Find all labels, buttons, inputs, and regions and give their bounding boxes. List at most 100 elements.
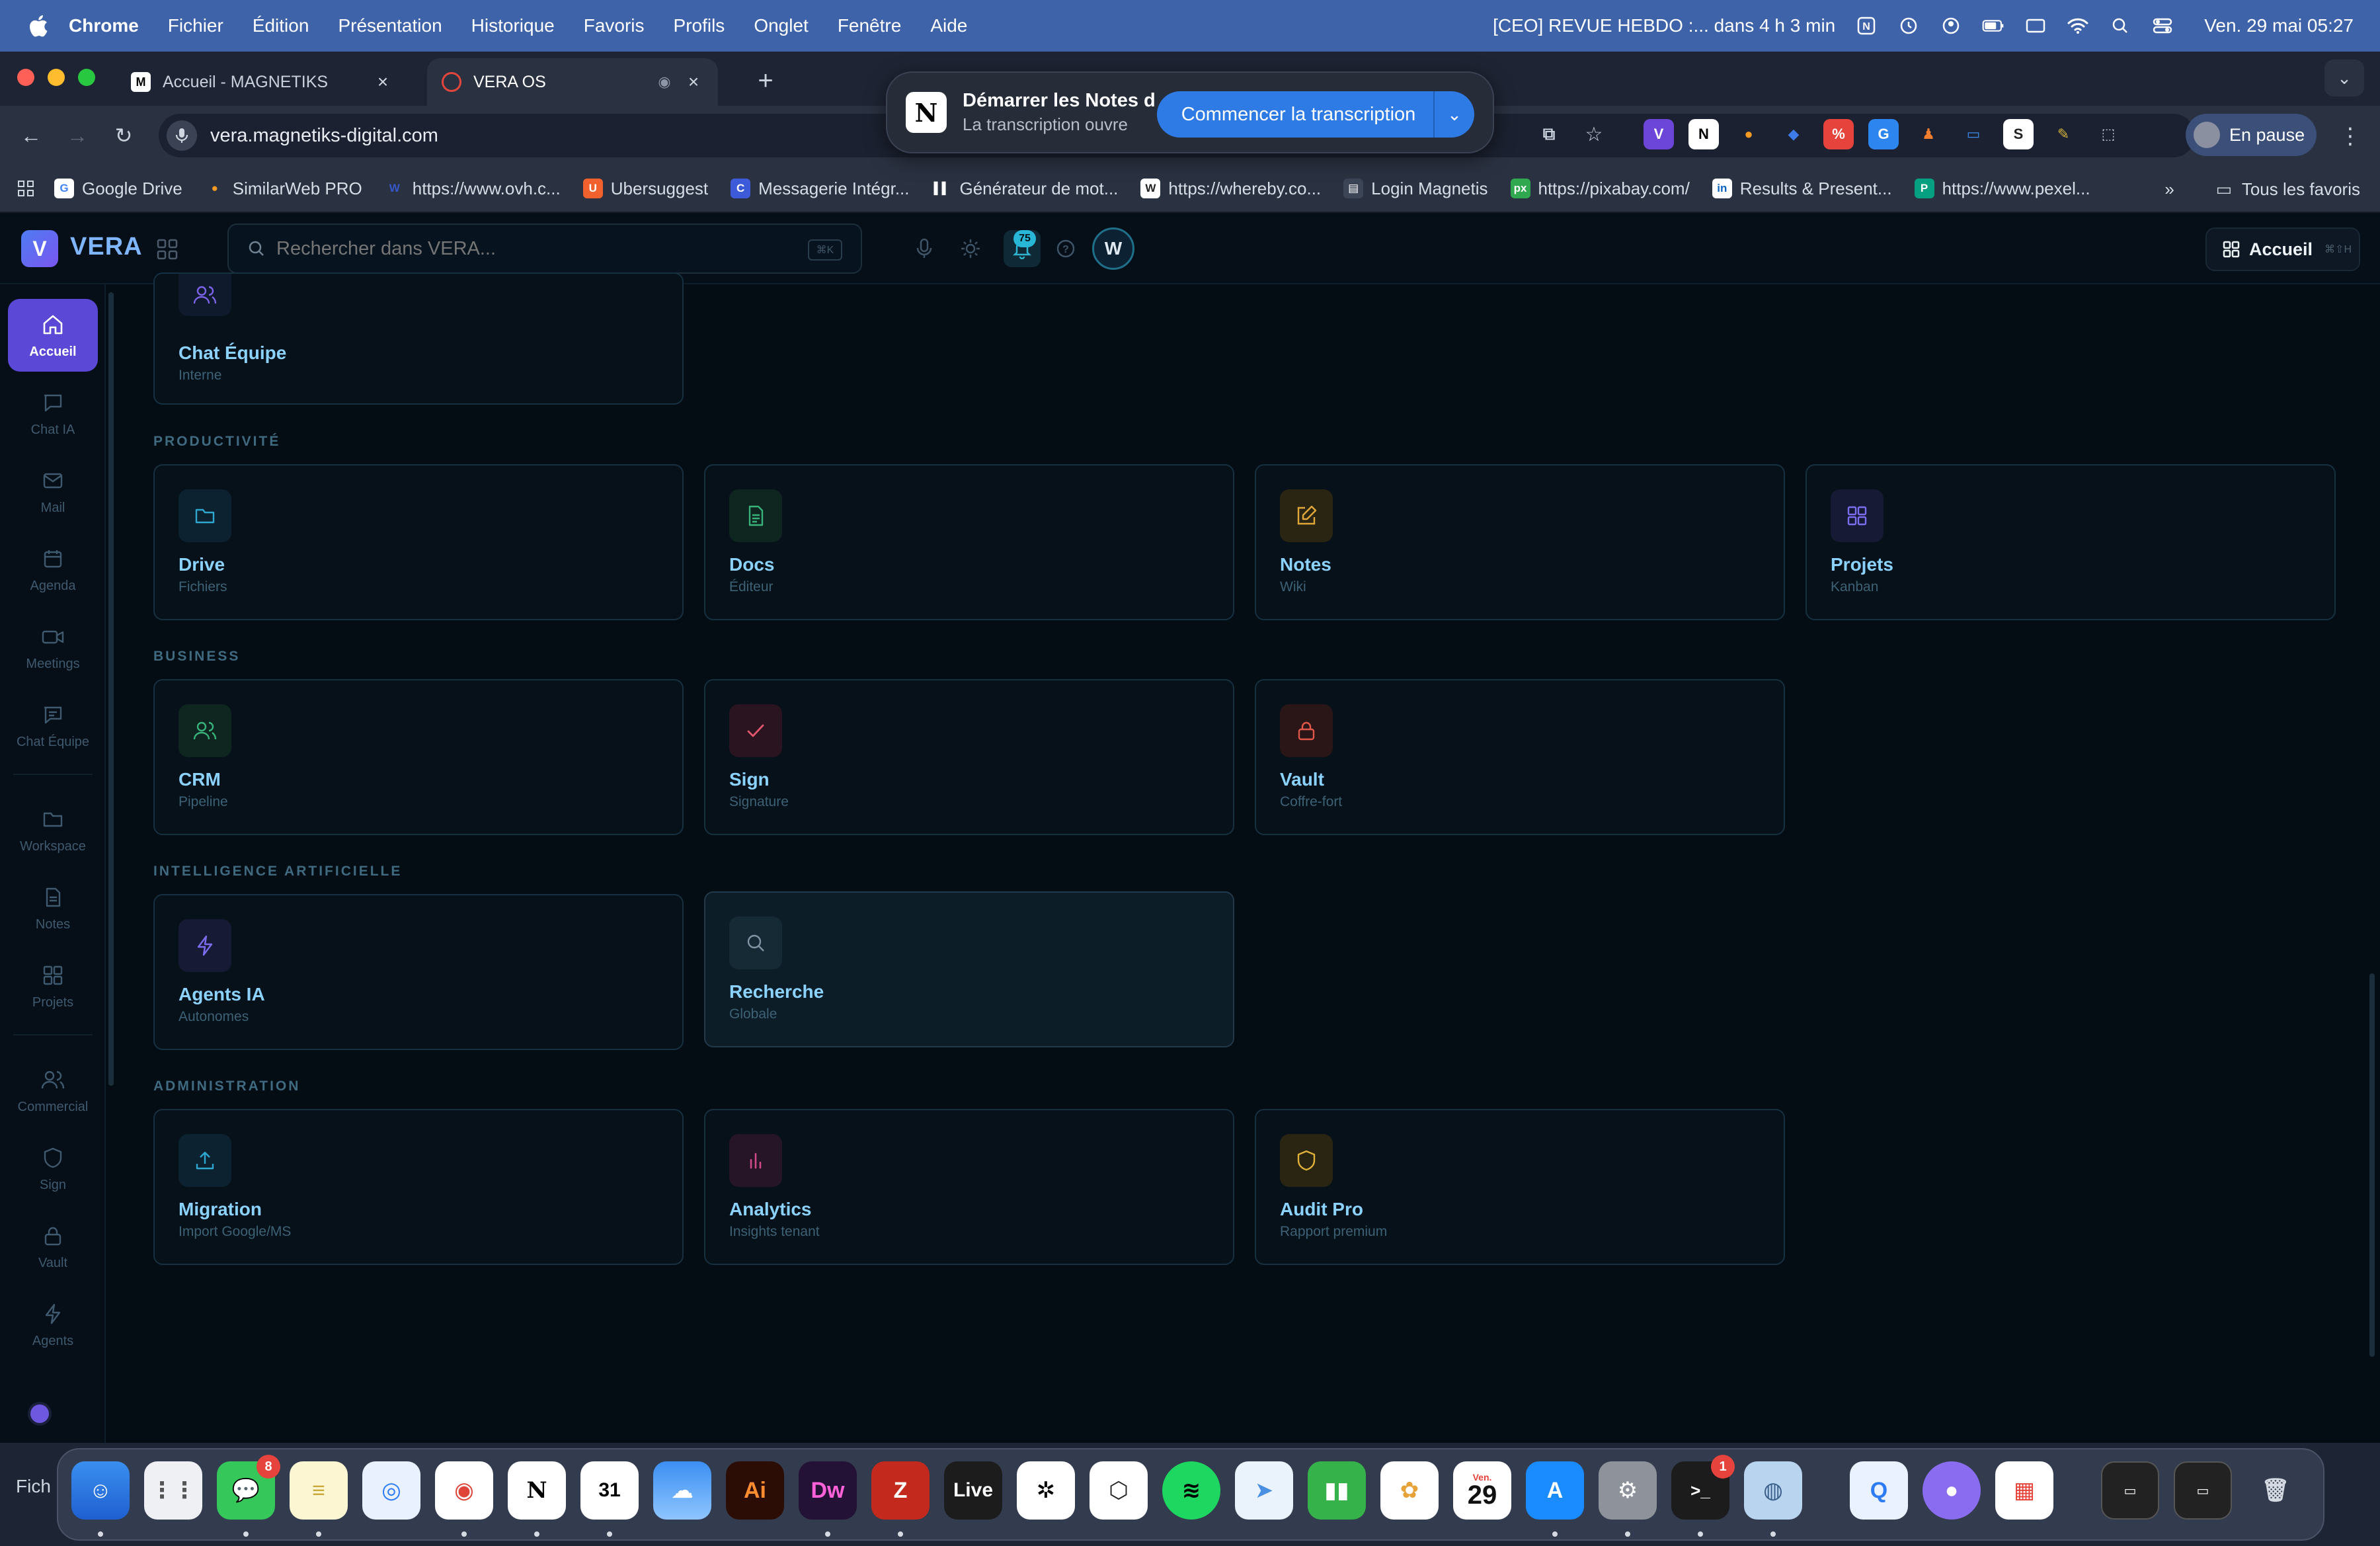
notes-app-icon[interactable]: ≡ bbox=[290, 1461, 348, 1520]
similarweb-extension-icon[interactable]: ● bbox=[1733, 119, 1764, 149]
app-card-crm[interactable]: CRM Pipeline bbox=[153, 679, 684, 835]
dreamweaver-app-icon[interactable]: Dw bbox=[799, 1461, 857, 1520]
chevron-down-icon[interactable]: ⌄ bbox=[1435, 104, 1474, 125]
app-card-migration[interactable]: Migration Import Google/MS bbox=[153, 1109, 684, 1265]
bookmark-star-icon[interactable]: ☆ bbox=[1579, 119, 1609, 149]
minimized-window-1[interactable]: ▭ bbox=[2101, 1461, 2159, 1520]
filezilla-app-icon[interactable]: Z bbox=[871, 1461, 930, 1520]
audio-recording-icon[interactable]: ◉ bbox=[654, 73, 674, 91]
app-card-audit-pro[interactable]: Audit Pro Rapport premium bbox=[1255, 1109, 1785, 1265]
siri-app-icon[interactable]: ● bbox=[1923, 1461, 1981, 1520]
extensions-puzzle-icon[interactable]: ⬚ bbox=[2093, 119, 2123, 149]
user-avatar[interactable]: W bbox=[1092, 227, 1134, 270]
bookmark-whereby[interactable]: Whttps://whereby.co... bbox=[1140, 179, 1321, 199]
url-text[interactable]: vera.magnetiks-digital.com bbox=[210, 125, 438, 147]
spotlight-search-icon[interactable] bbox=[2109, 16, 2131, 36]
theme-sun-icon[interactable] bbox=[956, 234, 985, 263]
app-card-analytics[interactable]: Analytics Insights tenant bbox=[704, 1109, 1234, 1265]
sidebar-item-chat-ia[interactable]: Chat IA bbox=[8, 377, 98, 450]
bookmark-ubersuggest[interactable]: U Ubersuggest bbox=[582, 179, 708, 199]
calendar-event-status[interactable]: [CEO] REVUE HEBDO :... dans 4 h 3 min bbox=[1493, 15, 1835, 36]
app-card-chat-equipe[interactable]: Chat Équipe Interne bbox=[153, 272, 684, 405]
safari-app-icon[interactable]: ◎ bbox=[362, 1461, 420, 1520]
sidebar-item-mail[interactable]: Mail bbox=[8, 455, 98, 528]
vera-extension-icon[interactable]: V bbox=[1644, 119, 1674, 149]
illustrator-app-icon[interactable]: Ai bbox=[726, 1461, 784, 1520]
app-card-vault[interactable]: Vault Coffre-fort bbox=[1255, 679, 1785, 835]
main-scrollbar[interactable] bbox=[2369, 973, 2375, 1357]
sidebar-item-chat-equipe[interactable]: Chat Équipe bbox=[8, 689, 98, 762]
back-button[interactable]: ← bbox=[15, 119, 48, 152]
battery-icon[interactable] bbox=[1982, 16, 2004, 36]
apps-grid-icon[interactable] bbox=[156, 238, 178, 261]
terminal-app-icon[interactable]: >_ 1 bbox=[1671, 1455, 1735, 1520]
apps-grid-icon[interactable] bbox=[17, 180, 34, 197]
assistant-orb[interactable] bbox=[28, 1402, 52, 1426]
spotify-app-icon[interactable]: ≋ bbox=[1162, 1461, 1220, 1520]
tag-extension-icon[interactable]: ◆ bbox=[1778, 119, 1809, 149]
bookmark-similarweb[interactable]: ● SimilarWeb PRO bbox=[205, 179, 362, 199]
all-bookmarks-folder[interactable]: ▭ Tous les favoris bbox=[2214, 179, 2360, 200]
vera-logo-icon[interactable]: V bbox=[21, 230, 58, 267]
menu-fenetre[interactable]: Fenêtre bbox=[838, 15, 902, 36]
new-tab-button[interactable]: + bbox=[748, 63, 783, 98]
sidebar-item-commercial[interactable]: Commercial bbox=[8, 1054, 98, 1127]
help-icon[interactable]: ? bbox=[1051, 234, 1080, 263]
sidebar-item-notes[interactable]: Notes bbox=[8, 872, 98, 944]
start-transcription-button[interactable]: Commencer la transcription ⌄ bbox=[1157, 91, 1474, 138]
bookmark-ovh[interactable]: Whttps://www.ovh.c... bbox=[385, 179, 561, 199]
time-machine-icon[interactable] bbox=[1897, 16, 1920, 36]
sidebar-item-agents[interactable]: Agents bbox=[8, 1288, 98, 1361]
menu-app-chrome[interactable]: Chrome bbox=[69, 15, 139, 36]
menubar-clock[interactable]: Ven. 29 mai 05:27 bbox=[2204, 15, 2354, 36]
calendar-app-icon[interactable]: Ven. 29 bbox=[1453, 1461, 1511, 1520]
menu-onglet[interactable]: Onglet bbox=[754, 15, 809, 36]
box-app-icon[interactable]: ⬡ bbox=[1090, 1461, 1148, 1520]
microphone-icon[interactable] bbox=[910, 234, 939, 263]
sidebar-item-sign[interactable]: Sign bbox=[8, 1132, 98, 1205]
sidebar-item-workspace[interactable]: Workspace bbox=[8, 793, 98, 866]
menu-fichier[interactable]: Fichier bbox=[168, 15, 223, 36]
weather-app-icon[interactable]: ☁ bbox=[653, 1461, 711, 1520]
window-zoom-button[interactable] bbox=[78, 69, 95, 86]
chatgpt-app-icon[interactable]: ✲ bbox=[1017, 1461, 1075, 1520]
grammarly-extension-icon[interactable]: G bbox=[1868, 119, 1899, 149]
site-info-icon[interactable] bbox=[167, 120, 197, 151]
user-status-icon[interactable] bbox=[1940, 16, 1962, 36]
app-card-agents-ia[interactable]: Agents IA Autonomes bbox=[153, 894, 684, 1050]
launchpad-app-icon[interactable]: ⋮⋮ bbox=[144, 1461, 202, 1520]
app-card-docs[interactable]: Docs Éditeur bbox=[704, 464, 1234, 620]
s-extension-icon[interactable]: S bbox=[2003, 119, 2034, 149]
tab-accueil-magnetiks[interactable]: M Accueil - MAGNETIKS × bbox=[116, 58, 407, 106]
forward-button[interactable]: → bbox=[61, 119, 94, 152]
maps-app-icon[interactable]: ➤ bbox=[1235, 1461, 1293, 1520]
notion-app-icon[interactable]: N bbox=[508, 1461, 566, 1520]
window-minimize-button[interactable] bbox=[48, 69, 65, 86]
bookmark-pixabay[interactable]: px https://pixabay.com/ bbox=[1510, 179, 1690, 199]
home-launcher-button[interactable]: Accueil ⌘⇧H bbox=[2205, 227, 2360, 271]
pencil-extension-icon[interactable]: ✎ bbox=[2048, 119, 2079, 149]
percent-extension-icon[interactable]: % bbox=[1823, 119, 1854, 149]
disk-utility-app-icon[interactable]: ◍ bbox=[1744, 1461, 1802, 1520]
sidebar-scrollbar[interactable] bbox=[108, 292, 114, 1086]
app-card-drive[interactable]: Drive Fichiers bbox=[153, 464, 684, 620]
messages-app-icon[interactable]: 💬 8 bbox=[217, 1455, 280, 1520]
app-card-sign[interactable]: Sign Signature bbox=[704, 679, 1234, 835]
chrome-app-icon[interactable]: ◉ bbox=[435, 1461, 493, 1520]
numbers-app-icon[interactable]: ▮▮ bbox=[1308, 1461, 1366, 1520]
menu-edition[interactable]: Édition bbox=[253, 15, 309, 36]
sidebar-item-accueil[interactable]: Accueil bbox=[8, 299, 98, 372]
photos-app-icon[interactable]: ✿ bbox=[1380, 1461, 1439, 1520]
bookmark-google-drive[interactable]: G Google Drive bbox=[54, 179, 182, 199]
wifi-icon[interactable] bbox=[2067, 16, 2089, 36]
tab-close-icon[interactable]: × bbox=[684, 71, 703, 93]
chrome-menu-icon[interactable]: ⋮ bbox=[2339, 123, 2361, 149]
finder-app-icon[interactable]: ☺ bbox=[71, 1461, 130, 1520]
menu-profils[interactable]: Profils bbox=[674, 15, 725, 36]
sidebar-item-vault[interactable]: Vault bbox=[8, 1210, 98, 1283]
trash-app-icon[interactable]: 🗑 bbox=[2246, 1461, 2305, 1520]
system-settings-app-icon[interactable]: ⚙ bbox=[1599, 1461, 1657, 1520]
ableton-live-app-icon[interactable]: Live bbox=[944, 1461, 1002, 1520]
app-store-app-icon[interactable]: A bbox=[1526, 1461, 1584, 1520]
screen-extension-icon[interactable]: ▭ bbox=[1958, 119, 1989, 149]
